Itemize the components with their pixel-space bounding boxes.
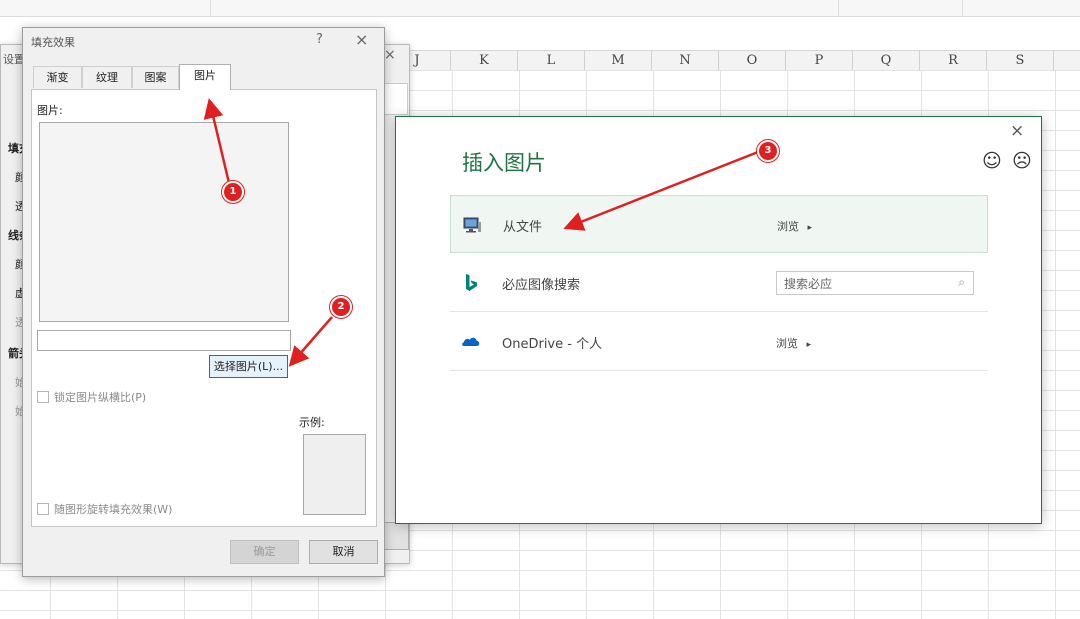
tab-texture[interactable]: 纹理: [82, 66, 132, 88]
insert-pictures-dialog: × 插入图片 ☺ ☹ 从文件 浏览 ▸ 必应图像搜索 ⌕ On: [395, 116, 1042, 524]
tab-gradient[interactable]: 渐变: [33, 66, 82, 88]
tab-picture[interactable]: 图片: [179, 64, 231, 90]
onedrive-label: OneDrive - 个人: [502, 337, 603, 352]
select-picture-button[interactable]: 选择图片(L)...: [209, 355, 288, 378]
onedrive-browse-link[interactable]: 浏览 ▸: [776, 335, 811, 351]
computer-icon: [463, 217, 481, 233]
onedrive-icon: [462, 337, 480, 346]
browse-arrow-icon: ▸: [807, 223, 813, 233]
browse-label: 浏览: [777, 220, 799, 233]
lock-aspect-checkbox[interactable]: [37, 391, 49, 403]
browse-arrow-icon: ▸: [806, 340, 812, 350]
lock-aspect-label: 锁定图片纵横比(P): [54, 391, 147, 404]
fill-effects-tabs: 渐变 纹理 图案 图片: [31, 64, 375, 90]
format-dialog-close-button[interactable]: ×: [384, 47, 396, 63]
ribbon-group-number: [0, 0, 211, 16]
bing-search-label: 必应图像搜索: [502, 278, 581, 293]
column-header-r[interactable]: R: [920, 51, 987, 70]
from-file-label: 从文件: [503, 220, 543, 235]
column-header-s[interactable]: S: [987, 51, 1054, 70]
picture-path-field[interactable]: [37, 330, 291, 351]
picture-preview: [39, 122, 289, 322]
from-file-browse-link[interactable]: 浏览 ▸: [777, 218, 812, 234]
ribbon-strip: [0, 0, 1080, 17]
column-header-n[interactable]: N: [652, 51, 719, 70]
bing-search-input[interactable]: [782, 273, 946, 295]
tab-pattern[interactable]: 图案: [132, 66, 179, 88]
close-icon[interactable]: ×: [1010, 121, 1024, 141]
smile-icon[interactable]: ☺: [982, 150, 1002, 172]
picture-tab-panel: 图片: 选择图片(L)... 锁定图片纵横比(P) 示例: 随图形旋转填充效果(…: [31, 89, 377, 527]
help-icon[interactable]: ?: [316, 32, 323, 47]
browse-label: 浏览: [776, 337, 798, 350]
rotate-with-shape-label: 随图形旋转填充效果(W): [54, 503, 173, 516]
close-icon[interactable]: ×: [355, 30, 368, 49]
insert-pictures-title: 插入图片: [462, 151, 546, 175]
rotate-with-shape-checkbox[interactable]: [37, 503, 49, 515]
lock-aspect-checkbox-row[interactable]: 锁定图片纵横比(P): [37, 389, 146, 405]
bing-search-row: 必应图像搜索 ⌕: [450, 254, 988, 312]
annotation-marker-1: 1: [222, 181, 244, 203]
column-header-m[interactable]: M: [585, 51, 652, 70]
from-file-row[interactable]: 从文件 浏览 ▸: [450, 195, 988, 253]
sample-preview: [303, 434, 366, 515]
search-icon[interactable]: ⌕: [958, 275, 965, 290]
picture-label: 图片:: [37, 104, 63, 117]
ribbon-group-styles: [210, 0, 839, 16]
ok-button[interactable]: 确定: [230, 540, 299, 564]
format-dialog-panel-edge: [384, 83, 408, 115]
bing-search-box: ⌕: [776, 271, 974, 295]
fill-effects-title: 填充效果: [31, 36, 75, 49]
frown-icon[interactable]: ☹: [1012, 150, 1032, 172]
cancel-button[interactable]: 取消: [309, 540, 378, 564]
column-header-o[interactable]: O: [719, 51, 786, 70]
bing-icon: [466, 274, 477, 291]
column-header-l[interactable]: L: [518, 51, 585, 70]
annotation-marker-3: 3: [757, 140, 779, 162]
sample-label: 示例:: [299, 416, 325, 429]
rotate-with-shape-checkbox-row[interactable]: 随图形旋转填充效果(W): [37, 501, 172, 517]
ribbon-group-editing: [962, 0, 1080, 16]
format-dialog-button-edge[interactable]: [381, 522, 409, 550]
annotation-marker-2: 2: [330, 296, 352, 318]
ribbon-group-cells: [838, 0, 963, 16]
column-header-q[interactable]: Q: [853, 51, 920, 70]
onedrive-row[interactable]: OneDrive - 个人 浏览 ▸: [450, 313, 988, 371]
column-header-k[interactable]: K: [451, 51, 518, 70]
column-header-p[interactable]: P: [786, 51, 853, 70]
